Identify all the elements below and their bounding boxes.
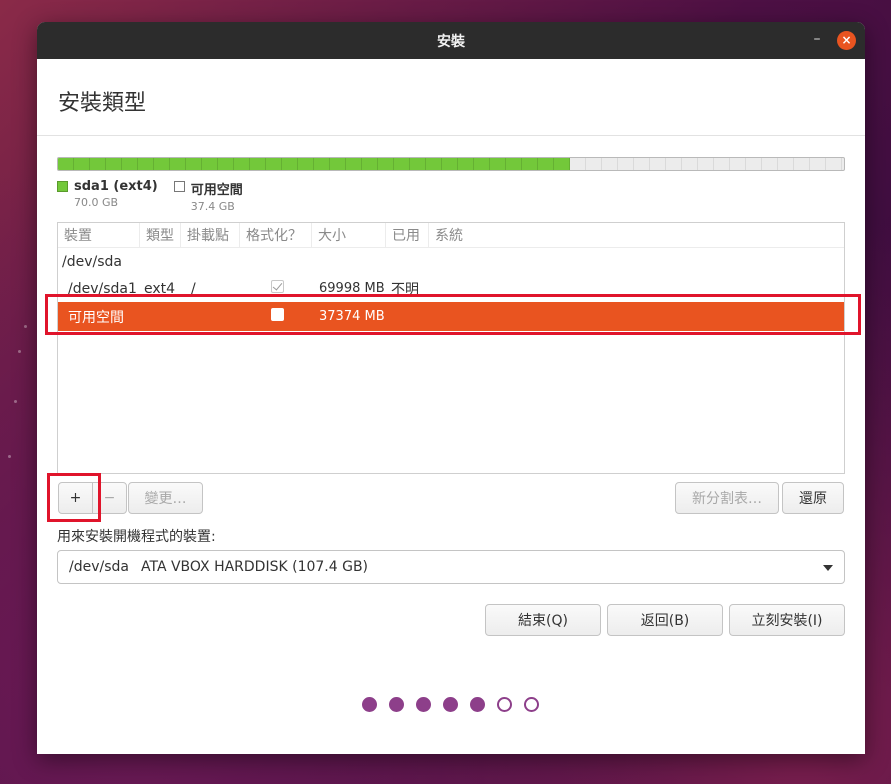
- close-button[interactable]: ×: [837, 31, 856, 50]
- legend-size-free-space: 37.4 GB: [190, 200, 235, 213]
- legend-item-free-space: 可用空間 37.4 GB: [173, 179, 243, 213]
- partition-table: 裝置 類型 掛載點 格式化？ 大小 已用 系統 /dev/sda /dev/sd…: [57, 222, 845, 474]
- legend-name-sda1: sda1 (ext4): [74, 179, 158, 194]
- legend-swatch-free-space: [173, 181, 185, 192]
- progress-dot: [524, 697, 539, 712]
- legend-swatch-sda1: [57, 181, 68, 192]
- bootloader-device-select[interactable]: /dev/sda ATA VBOX HARDDISK (107.4 GB): [57, 550, 845, 584]
- legend-name-free-space: 可用空間: [190, 183, 243, 198]
- progress-dot: [470, 697, 485, 712]
- bootloader-label: 用來安裝開機程式的裝置:: [57, 529, 216, 545]
- partition-format-checkbox[interactable]: [271, 280, 284, 293]
- back-button[interactable]: 返回(B): [607, 604, 723, 636]
- disk-usage-used-segment: [58, 158, 571, 170]
- install-now-button[interactable]: 立刻安裝(I): [729, 604, 845, 636]
- minimize-button[interactable]: –: [807, 30, 827, 50]
- column-header-device[interactable]: 裝置: [58, 223, 140, 247]
- device-name: /dev/sda: [62, 253, 122, 270]
- page-header: 安裝類型: [37, 59, 865, 136]
- dropdown-arrow-icon: [823, 565, 833, 571]
- installer-window: 安裝 – × 安裝類型 sda1 (ext4) 70.0 GB 可用空間 37.…: [37, 22, 865, 754]
- column-header-mount[interactable]: 掛載點: [181, 223, 240, 247]
- column-header-used[interactable]: 已用: [386, 223, 429, 247]
- highlight-box-add-button: [47, 473, 101, 522]
- progress-dot: [497, 697, 512, 712]
- bootloader-selected-desc: ATA VBOX HARDDISK (107.4 GB): [140, 559, 369, 575]
- new-partition-table-button[interactable]: 新分割表…: [675, 482, 779, 514]
- bootloader-selected-device: /dev/sda: [69, 559, 129, 575]
- column-header-system[interactable]: 系統: [429, 223, 844, 247]
- progress-dot: [362, 697, 377, 712]
- legend-item-sda1: sda1 (ext4) 70.0 GB: [57, 179, 158, 213]
- page-title: 安裝類型: [58, 91, 147, 116]
- table-row-device[interactable]: /dev/sda: [58, 248, 844, 275]
- disk-legend: sda1 (ext4) 70.0 GB 可用空間 37.4 GB: [57, 179, 243, 213]
- window-title: 安裝: [437, 33, 465, 50]
- table-header: 裝置 類型 掛載點 格式化？ 大小 已用 系統: [58, 223, 844, 248]
- title-bar: 安裝 – ×: [37, 22, 865, 59]
- column-header-format[interactable]: 格式化？: [240, 223, 312, 247]
- change-partition-button[interactable]: 變更…: [128, 482, 203, 514]
- column-header-type[interactable]: 類型: [140, 223, 181, 247]
- progress-dot: [389, 697, 404, 712]
- progress-dot: [443, 697, 458, 712]
- legend-size-sda1: 70.0 GB: [74, 196, 119, 209]
- highlight-box-free-space-row: [45, 294, 861, 335]
- revert-button[interactable]: 還原: [782, 482, 844, 514]
- progress-dots: [362, 697, 539, 712]
- progress-dot: [416, 697, 431, 712]
- column-header-size[interactable]: 大小: [312, 223, 386, 247]
- disk-usage-bar: [57, 157, 845, 171]
- quit-button[interactable]: 結束(Q): [485, 604, 601, 636]
